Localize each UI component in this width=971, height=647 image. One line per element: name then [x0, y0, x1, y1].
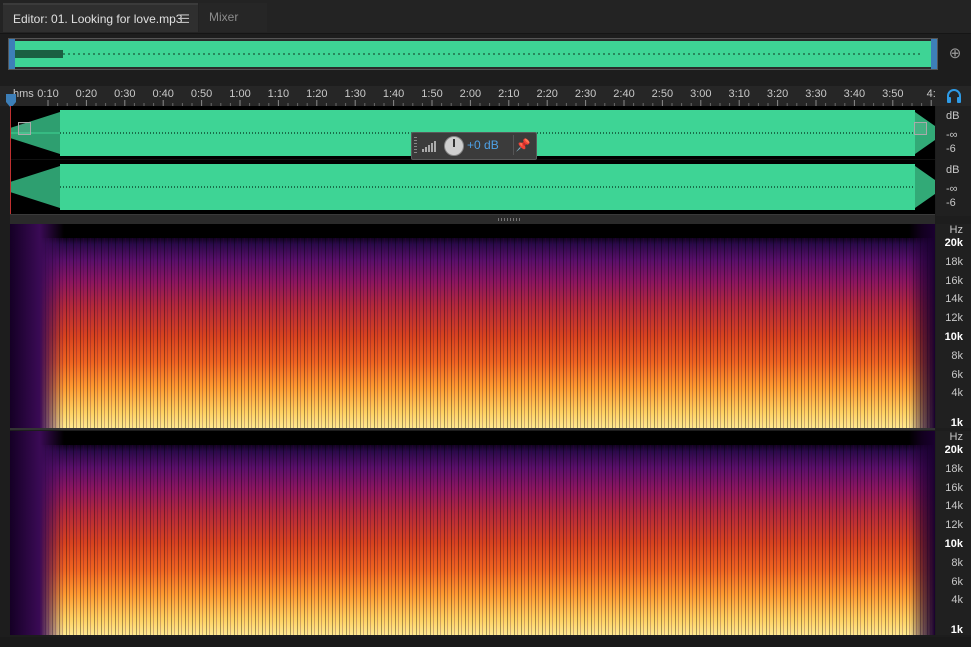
frequency-tick-label: 20k	[944, 237, 963, 249]
tab-editor-label: Editor: 01. Looking for love.mp3	[13, 12, 183, 26]
spectrogram-fade-out	[909, 224, 935, 428]
amp-label: -6	[946, 197, 956, 209]
time-tick-label: 0:10	[37, 88, 59, 100]
spectral-separator	[10, 428, 935, 430]
time-tick-label: 3:40	[843, 88, 866, 100]
time-tick-label: 4:	[926, 88, 936, 100]
volume-hud: +0 dB 📌	[411, 132, 537, 160]
spectrogram-top-band	[10, 224, 935, 238]
time-tick-label: 0:40	[152, 88, 174, 100]
time-tick-label: 1:30	[344, 88, 366, 100]
frequency-tick-label: 14k	[945, 500, 963, 513]
time-tick-label: 2:40	[613, 88, 635, 100]
time-tick-label: 2:30	[574, 88, 597, 100]
frequency-ruler-right: Hz 20k 18k 16k 14k 12k 10k 8k 6k 4k 1k	[936, 431, 971, 636]
frequency-tick-label: 18k	[945, 255, 963, 268]
spectrogram-fade-in	[10, 224, 64, 428]
time-tick-label: 2:50	[651, 88, 674, 100]
time-tick-label: 2:00	[459, 88, 482, 100]
frequency-tick-label: 4k	[951, 387, 963, 400]
fade-out-handle[interactable]	[914, 122, 927, 135]
time-ruler[interactable]: hms 0:10 0:20 0:30 0:40 0:50 1:00 1:10 1:20 1:30…	[0, 86, 971, 106]
time-tick-label: 0:50	[190, 88, 213, 100]
level-meter-icon	[422, 140, 442, 152]
frequency-tick-label: 10k	[944, 538, 963, 550]
hud-grip[interactable]	[414, 137, 417, 155]
waveform-overview[interactable]	[8, 38, 938, 70]
time-tick-label: 3:30	[805, 88, 827, 100]
spectrogram-left	[10, 224, 935, 428]
time-tick-label: 1:40	[382, 88, 405, 100]
spectrogram-top-band	[10, 431, 935, 445]
spectrogram-fade-out	[909, 431, 935, 635]
frequency-unit-label: Hz	[949, 431, 963, 443]
time-tick-label: 3:10	[728, 88, 750, 100]
time-tick-label: 0:30	[114, 88, 136, 100]
frequency-tick-label: 6k	[951, 368, 963, 381]
amp-label: -6	[946, 143, 956, 155]
time-tick-label: 1:10	[267, 88, 290, 100]
frequency-tick-label: 8k	[951, 556, 963, 569]
time-tick-label: 1:50	[421, 88, 443, 100]
frequency-tick-label: 1k	[950, 417, 963, 429]
amp-label: -∞	[946, 129, 958, 141]
time-tick-label: 3:20	[766, 88, 789, 100]
waveform-start-line	[10, 106, 11, 214]
frequency-tick-label: 8k	[951, 349, 963, 362]
volume-value[interactable]: +0 dB	[467, 138, 499, 152]
spectral-display-right[interactable]	[10, 431, 935, 635]
overview-viewport-left-handle[interactable]	[9, 39, 15, 69]
frequency-tick-label: 10k	[944, 331, 963, 343]
frequency-tick-label: 16k	[945, 481, 963, 494]
spectrogram-right	[10, 431, 935, 635]
waveform-right-graphic	[10, 164, 935, 210]
pin-icon[interactable]: 📌	[513, 135, 532, 155]
waveform-channel-right	[10, 160, 935, 214]
time-tick-label: 3:50	[882, 88, 904, 100]
overview-waveform	[13, 41, 933, 67]
headphone-icon[interactable]	[946, 88, 962, 104]
fade-in-handle[interactable]	[18, 122, 31, 135]
time-tick-label: 2:10	[498, 88, 520, 100]
frequency-tick-label: 12k	[945, 312, 963, 325]
frequency-tick-label: 6k	[951, 575, 963, 588]
bottom-bar	[0, 637, 971, 647]
spectrogram-fade-in	[10, 431, 64, 635]
zoom-in-icon[interactable]: ⊕	[944, 44, 966, 64]
tab-mixer-label: Mixer	[209, 10, 239, 24]
frequency-tick-label: 4k	[951, 594, 963, 607]
time-tick-label: 2:20	[536, 88, 558, 100]
amplitude-ruler: dB -∞ -6 dB -∞ -6	[936, 106, 971, 216]
frequency-tick-label: 1k	[950, 624, 963, 636]
tab-menu-icon[interactable]: ☰	[179, 5, 190, 34]
time-tick-label: 3:00	[690, 88, 712, 100]
frequency-tick-label: 16k	[945, 274, 963, 287]
tab-mixer[interactable]: Mixer	[199, 3, 267, 32]
overview-waveform-graphic	[13, 41, 933, 67]
frequency-tick-label: 12k	[945, 519, 963, 532]
tab-bar: Editor: 01. Looking for love.mp3 ☰ Mixer	[0, 0, 971, 34]
frequency-ruler-left: Hz 20k 18k 16k 14k 12k 10k 8k 6k 4k 1k	[936, 224, 971, 429]
frequency-tick-label: 14k	[945, 293, 963, 306]
overview-viewport-right-handle[interactable]	[931, 39, 937, 69]
divider-grip	[498, 218, 522, 221]
waveform-display[interactable]	[10, 106, 935, 214]
time-tick-label: 0:20	[75, 88, 98, 100]
amp-label: dB	[946, 110, 960, 122]
amp-label: dB	[946, 164, 960, 176]
tab-editor[interactable]: Editor: 01. Looking for love.mp3 ☰	[3, 3, 198, 32]
time-unit-label: hms	[13, 88, 34, 100]
amp-label: -∞	[946, 183, 958, 195]
time-tick-label: 1:20	[306, 88, 328, 100]
time-tick-label: 1:00	[229, 88, 251, 100]
volume-knob[interactable]	[444, 136, 464, 156]
frequency-unit-label: Hz	[949, 224, 963, 236]
frequency-tick-label: 20k	[944, 444, 963, 456]
frequency-tick-label: 18k	[945, 462, 963, 475]
spectral-display-left[interactable]	[10, 224, 935, 428]
